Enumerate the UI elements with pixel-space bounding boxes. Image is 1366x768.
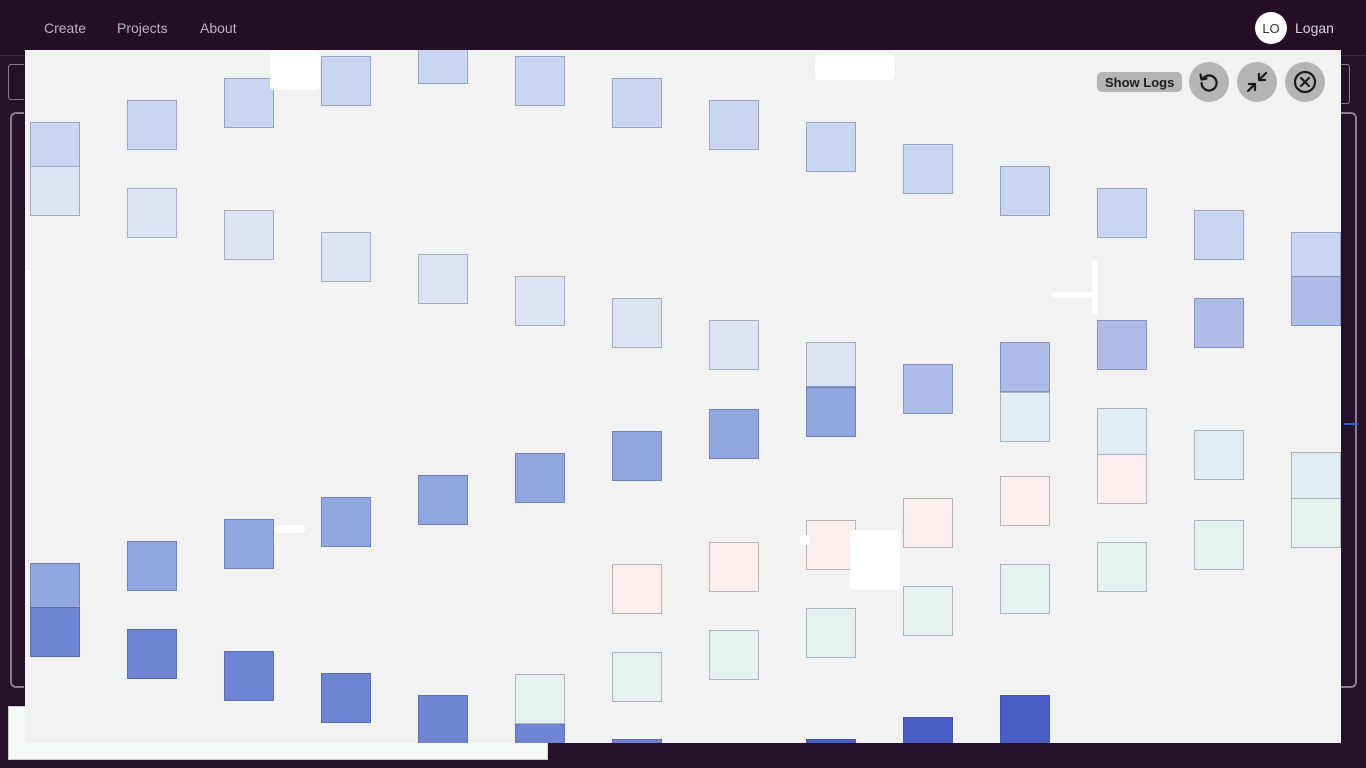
particle-square bbox=[515, 56, 565, 106]
particle-square bbox=[321, 232, 371, 282]
particle-square bbox=[903, 144, 953, 194]
particle-square bbox=[612, 739, 662, 743]
nav-link-create[interactable]: Create bbox=[44, 20, 86, 36]
particle-square bbox=[1291, 276, 1341, 326]
nav-link-about[interactable]: About bbox=[200, 20, 237, 36]
particle-square bbox=[903, 717, 953, 743]
particle-square bbox=[1291, 232, 1341, 282]
particle-square bbox=[1291, 498, 1341, 548]
minimize-icon bbox=[1246, 71, 1268, 93]
particle-square bbox=[418, 475, 468, 525]
splatter-mark bbox=[800, 535, 810, 545]
particle-square bbox=[127, 629, 177, 679]
particle-square bbox=[709, 320, 759, 370]
particle-square bbox=[709, 542, 759, 592]
particle-square bbox=[30, 563, 80, 613]
particle-square bbox=[1194, 430, 1244, 480]
particle-square bbox=[1097, 542, 1147, 592]
particle-square bbox=[30, 607, 80, 657]
nav-link-projects[interactable]: Projects bbox=[117, 20, 168, 36]
particle-square bbox=[612, 431, 662, 481]
background-panel-edge bbox=[10, 112, 24, 688]
particle-square bbox=[612, 78, 662, 128]
particle-square bbox=[806, 608, 856, 658]
particle-square bbox=[806, 739, 856, 743]
particle-square bbox=[1097, 320, 1147, 370]
particle-square bbox=[321, 56, 371, 106]
splatter-mark bbox=[270, 50, 320, 90]
splatter-mark bbox=[275, 525, 305, 533]
particle-square bbox=[903, 364, 953, 414]
particle-square bbox=[1194, 298, 1244, 348]
simulation-canvas[interactable] bbox=[25, 50, 1341, 743]
particle-square bbox=[1000, 476, 1050, 526]
particle-square bbox=[224, 210, 274, 260]
particle-square bbox=[321, 497, 371, 547]
particle-square bbox=[1000, 392, 1050, 442]
background-accent-line bbox=[1344, 423, 1358, 425]
splatter-mark bbox=[1052, 292, 1097, 298]
particle-square bbox=[30, 122, 80, 172]
particle-square bbox=[903, 498, 953, 548]
particle-square bbox=[418, 695, 468, 743]
particle-square bbox=[1291, 452, 1341, 502]
splatter-mark bbox=[850, 530, 900, 590]
particle-square bbox=[806, 387, 856, 437]
particle-square bbox=[709, 409, 759, 459]
particle-square bbox=[127, 188, 177, 238]
particle-square bbox=[1000, 166, 1050, 216]
particle-square bbox=[806, 122, 856, 172]
background-input-edge bbox=[8, 64, 24, 100]
particle-square bbox=[418, 254, 468, 304]
particle-square bbox=[806, 342, 856, 392]
particle-square bbox=[1097, 454, 1147, 504]
close-icon bbox=[1293, 70, 1317, 94]
particle-square bbox=[709, 100, 759, 150]
background-panel-edge-right bbox=[1341, 112, 1357, 688]
user-avatar[interactable]: LO bbox=[1255, 12, 1287, 44]
minimize-button[interactable] bbox=[1237, 62, 1277, 102]
particle-square bbox=[1097, 188, 1147, 238]
particle-square bbox=[30, 166, 80, 216]
particle-square bbox=[1000, 695, 1050, 743]
particle-square bbox=[612, 298, 662, 348]
particle-square bbox=[515, 674, 565, 724]
close-button[interactable] bbox=[1285, 62, 1325, 102]
top-navbar: Create Projects About LO Logan bbox=[0, 0, 1366, 56]
particle-square bbox=[1000, 342, 1050, 392]
particle-square bbox=[418, 50, 468, 84]
particle-square bbox=[224, 78, 274, 128]
restart-button[interactable] bbox=[1189, 62, 1229, 102]
particle-square bbox=[709, 630, 759, 680]
splatter-mark bbox=[1092, 260, 1098, 315]
particle-square bbox=[1194, 210, 1244, 260]
particle-square bbox=[127, 541, 177, 591]
user-name[interactable]: Logan bbox=[1295, 20, 1334, 36]
background-input-edge-right bbox=[1340, 64, 1350, 104]
splatter-mark bbox=[815, 55, 895, 80]
particle-square bbox=[515, 453, 565, 503]
particle-square bbox=[806, 520, 856, 570]
splatter-mark bbox=[25, 270, 31, 360]
particle-square bbox=[515, 276, 565, 326]
particle-square bbox=[612, 652, 662, 702]
particle-square bbox=[903, 586, 953, 636]
particle-square bbox=[612, 564, 662, 614]
particle-square bbox=[321, 673, 371, 723]
particle-square bbox=[224, 651, 274, 701]
particle-square bbox=[224, 519, 274, 569]
particle-square bbox=[1194, 520, 1244, 570]
particle-square bbox=[1000, 564, 1050, 614]
show-logs-button[interactable]: Show Logs bbox=[1097, 72, 1183, 92]
particle-square bbox=[127, 100, 177, 150]
restart-icon bbox=[1199, 73, 1218, 92]
particle-square bbox=[1097, 408, 1147, 458]
